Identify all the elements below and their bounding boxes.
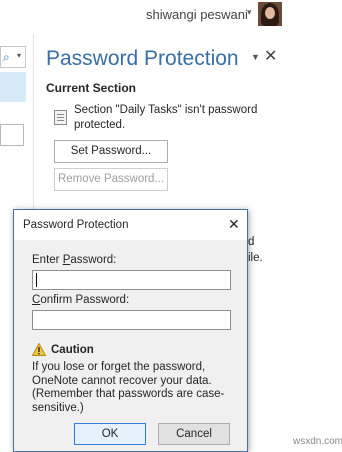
pane-close-icon[interactable]: ✕ [264, 46, 277, 66]
caution-text: If you lose or forget the password, OneN… [32, 361, 225, 414]
user-menu-chevron-icon[interactable]: ▾ [247, 7, 252, 18]
avatar-face [265, 7, 275, 19]
text-cursor [36, 273, 37, 287]
search-box[interactable]: ⌕ ▾ [0, 46, 26, 68]
current-section-heading: Current Section [46, 81, 137, 95]
section-status-text: Section "Daily Tasks" isn't password pro… [74, 104, 258, 131]
password-protection-dialog: Password Protection ✕ Enter Password: Co… [13, 209, 248, 452]
enter-password-label-prefix: Enter [32, 254, 63, 266]
confirm-password-label: Confirm Password: [32, 294, 129, 306]
caution-label: Caution [51, 344, 94, 356]
warning-icon [32, 343, 46, 356]
close-icon[interactable]: ✕ [228, 216, 240, 233]
enter-password-field[interactable] [32, 270, 231, 290]
user-name[interactable]: shiwangi peswani [146, 7, 248, 22]
set-password-button[interactable]: Set Password... [54, 140, 168, 163]
selected-page-tab[interactable] [0, 72, 26, 102]
background-text-fragment: d [248, 236, 255, 248]
page-list-item[interactable] [0, 124, 24, 146]
search-dropdown-icon[interactable]: ▾ [17, 51, 21, 60]
watermark: wsxdn.com [293, 436, 342, 447]
top-bar: shiwangi peswani ▾ [0, 0, 342, 34]
confirm-password-label-suffix: onfirm Password: [40, 294, 130, 306]
enter-password-label: Enter Password: [32, 254, 116, 266]
cancel-button[interactable]: Cancel [158, 423, 230, 445]
search-icon[interactable]: ⌕ [3, 50, 10, 65]
dialog-title: Password Protection [23, 219, 129, 231]
enter-password-label-suffix: assword: [70, 254, 117, 266]
background-text-fragment: ile. [248, 252, 263, 264]
pane-options-icon[interactable]: ▼ [251, 52, 260, 62]
remove-password-button: Remove Password... [54, 168, 168, 191]
dialog-titlebar[interactable]: Password Protection ✕ [14, 210, 247, 240]
pane-title: Password Protection [46, 47, 239, 70]
confirm-password-field[interactable] [32, 310, 231, 330]
user-avatar-icon[interactable] [258, 2, 282, 26]
ok-button[interactable]: OK [74, 423, 146, 445]
section-icon [54, 110, 67, 125]
